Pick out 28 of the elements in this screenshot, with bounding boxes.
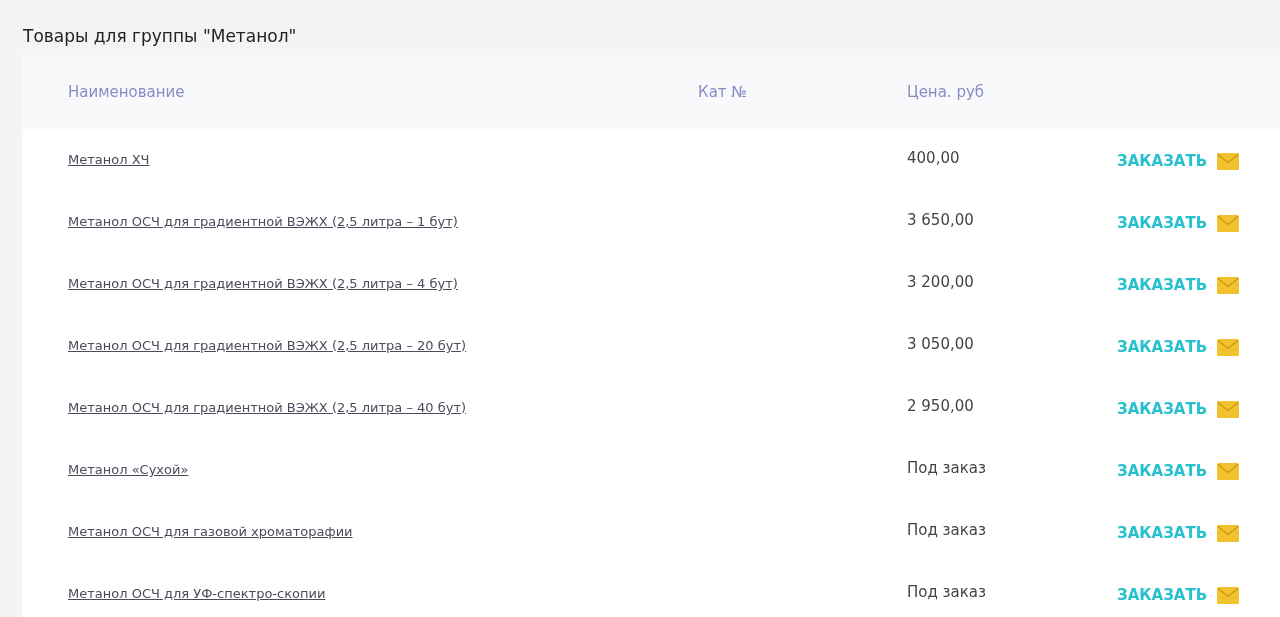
page-title: Товары для группы "Метанол" (22, 25, 298, 48)
price-cell: 3 650,00 (907, 211, 974, 229)
envelope-icon[interactable] (1217, 338, 1240, 356)
price-cell: 400,00 (907, 149, 960, 167)
envelope-icon[interactable] (1217, 462, 1240, 480)
product-link[interactable]: Метанол ОСЧ для градиентной ВЭЖХ (2,5 литра – 4 бут) (68, 276, 458, 291)
product-link[interactable]: Метанол ОСЧ для градиентной ВЭЖХ (2,5 литра – 40 бут) (68, 400, 467, 415)
price-cell: 3 050,00 (907, 335, 974, 353)
price-cell: Под заказ (907, 521, 986, 539)
price-cell: 3 200,00 (907, 273, 974, 291)
price-cell: Под заказ (907, 583, 986, 601)
envelope-icon[interactable] (1217, 524, 1240, 542)
column-header: Цена. руб (907, 83, 985, 101)
product-link[interactable]: Метанол ОСЧ для газовой хроматорафии (68, 524, 353, 539)
column-header: Наименование (68, 83, 185, 101)
envelope-icon[interactable] (1217, 276, 1240, 294)
envelope-icon[interactable] (1217, 152, 1240, 170)
column-header: Кат № (698, 83, 747, 101)
envelope-icon[interactable] (1217, 400, 1240, 418)
product-link[interactable]: Метанол ОСЧ для градиентной ВЭЖХ (2,5 литра – 20 бут) (68, 338, 467, 353)
product-link[interactable]: Метанол ОСЧ для градиентной ВЭЖХ (2,5 литра – 1 бут) (68, 214, 458, 229)
envelope-icon[interactable] (1217, 586, 1240, 604)
product-link[interactable]: Метанол ХЧ (68, 152, 150, 167)
envelope-icon[interactable] (1217, 214, 1240, 232)
price-cell: Под заказ (907, 459, 986, 477)
price-cell: 2 950,00 (907, 397, 974, 415)
product-link[interactable]: Метанол ОСЧ для УФ-спектро-скопии (68, 586, 326, 601)
product-link[interactable]: Метанол «Сухой» (68, 462, 189, 477)
